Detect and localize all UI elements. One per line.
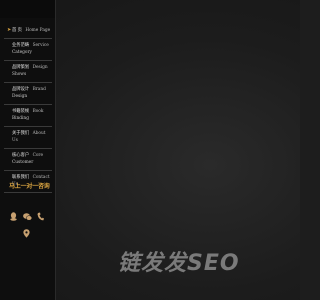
sidebar-item-label-zh: 品牌策划: [12, 64, 30, 70]
sidebar-nav: ➤ 首 页 Home Page 业务范畴 Service Category 品牌…: [0, 24, 55, 193]
sidebar-item-label-en2: Customer: [12, 160, 34, 165]
location-icon[interactable]: [23, 229, 30, 238]
sidebar-item-label-en: Book: [32, 108, 44, 114]
arrow-right-icon: ➤: [7, 27, 12, 33]
phone-icon[interactable]: [37, 212, 44, 221]
sidebar-item-label-en2: Shows: [12, 72, 27, 77]
sidebar-item-home[interactable]: ➤ 首 页 Home Page: [4, 24, 52, 39]
consult-button[interactable]: 马上一对一咨询: [9, 181, 51, 190]
sidebar-item-label-en: Service: [32, 42, 49, 48]
qq-icon[interactable]: [10, 212, 17, 221]
sidebar-item-label-zh: 核心客户: [12, 152, 30, 158]
sidebar-item-label-zh: 首 页: [12, 28, 22, 33]
sidebar-item-label-zh: 业务范畴: [12, 42, 30, 48]
sidebar-item-label-en: Brand: [32, 86, 46, 92]
sidebar: ➤ 首 页 Home Page 业务范畴 Service Category 品牌…: [0, 0, 56, 300]
sidebar-item-label-en: Core: [32, 152, 44, 158]
sidebar-item-label-en: Design: [32, 64, 48, 70]
sidebar-item-brand-design[interactable]: 品牌设计 Brand Design: [4, 83, 52, 105]
sidebar-item-book-binding[interactable]: 书籍装帧 Book Binding: [4, 105, 52, 127]
sidebar-item-label-zh: 关于我们: [12, 130, 30, 136]
sidebar-item-label-en2: Category: [12, 50, 32, 55]
sidebar-item-label-en2: Binding: [12, 116, 29, 121]
sidebar-item-core-customer[interactable]: 核心客户 Core Customer: [4, 149, 52, 171]
sidebar-item-service[interactable]: 业务范畴 Service Category: [4, 39, 52, 61]
wechat-icon[interactable]: [23, 213, 32, 221]
sidebar-item-label-zh: 书籍装帧: [12, 108, 30, 114]
sidebar-item-label-zh: 联系我们: [12, 174, 30, 180]
sidebar-item-design-shows[interactable]: 品牌策划 Design Shows: [4, 61, 52, 83]
sidebar-item-about-us[interactable]: 关于我们 About Us: [4, 127, 52, 149]
watermark-text: 链发发SEO: [118, 251, 240, 276]
sidebar-item-label-en2: Design: [12, 94, 28, 99]
sidebar-item-label-zh: 品牌设计: [12, 86, 30, 92]
sidebar-item-label-en: Home Page: [25, 28, 51, 33]
